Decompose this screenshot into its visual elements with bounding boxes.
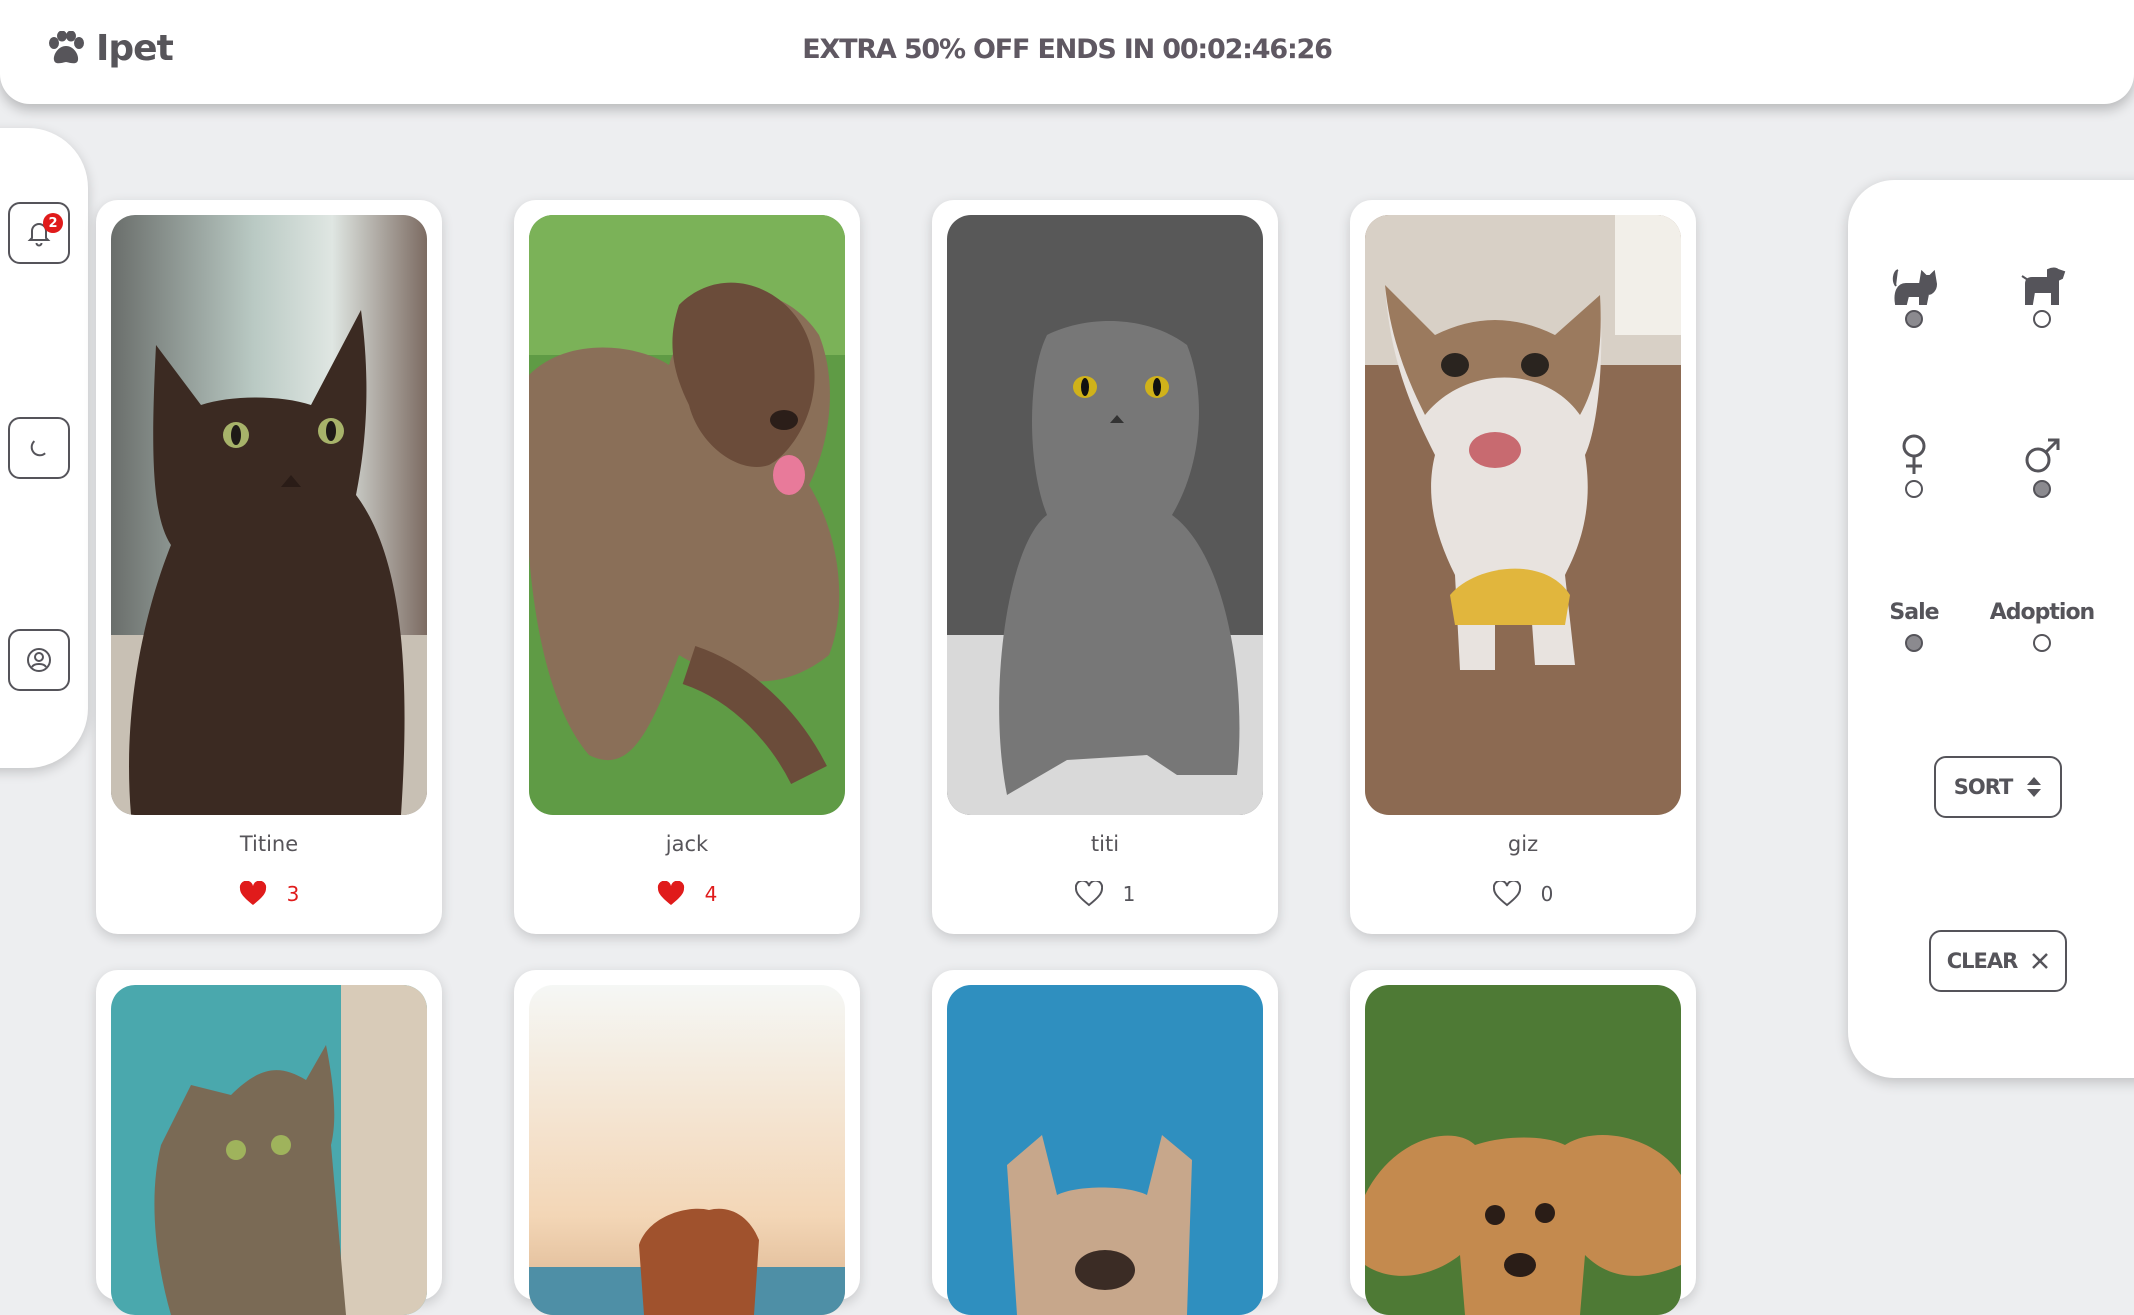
- filter-panel: Sale Adoption SORT CLEAR: [1848, 180, 2134, 1078]
- pet-card[interactable]: Titine 3: [96, 200, 442, 934]
- pet-name: giz: [1507, 832, 1539, 856]
- side-rail: 2: [0, 128, 88, 768]
- filter-female[interactable]: [1869, 432, 1959, 498]
- radio-dog[interactable]: [2033, 310, 2051, 328]
- likes: 3: [96, 881, 442, 907]
- adoption-label: Adoption: [1989, 600, 2095, 625]
- heart-outline-icon[interactable]: [1492, 881, 1521, 907]
- clear-button[interactable]: CLEAR: [1929, 930, 2067, 992]
- sort-button[interactable]: SORT: [1934, 756, 2062, 818]
- user-circle-icon: [27, 648, 51, 672]
- sale-label: Sale: [1889, 600, 1939, 625]
- pet-photo[interactable]: [111, 215, 427, 815]
- female-icon: [1902, 434, 1926, 474]
- promo-countdown: EXTRA 50% OFF ENDS IN 00:02:46:26: [802, 34, 1333, 65]
- sort-label: SORT: [1953, 775, 2014, 799]
- radio-male[interactable]: [2033, 480, 2051, 498]
- pet-photo[interactable]: [947, 215, 1263, 815]
- like-count: 0: [1540, 882, 1554, 906]
- radio-sale[interactable]: [1905, 634, 1923, 652]
- filter-dog[interactable]: [1997, 262, 2087, 328]
- radio-cat[interactable]: [1905, 310, 1923, 328]
- pet-card[interactable]: [1350, 970, 1696, 1315]
- filter-male[interactable]: [1997, 432, 2087, 498]
- pet-card[interactable]: titi 1: [932, 200, 1278, 934]
- heart-filled-icon[interactable]: [657, 881, 685, 907]
- likes: 4: [514, 881, 860, 907]
- pet-name: jack: [665, 832, 709, 856]
- male-icon: [2025, 438, 2060, 473]
- filter-cat[interactable]: [1869, 262, 1959, 328]
- radio-adoption[interactable]: [2033, 634, 2051, 652]
- likes: 0: [1350, 881, 1696, 907]
- moon-icon: [30, 440, 46, 457]
- pet-name: titi: [1090, 832, 1120, 856]
- likes: 1: [932, 881, 1278, 907]
- pet-name: Titine: [239, 832, 299, 856]
- like-count: 1: [1122, 882, 1136, 906]
- close-icon: [2032, 953, 2049, 969]
- pet-photo[interactable]: [529, 985, 845, 1315]
- pet-photo[interactable]: [529, 215, 845, 815]
- pet-card[interactable]: jack 4: [514, 200, 860, 934]
- like-count: 4: [704, 882, 718, 906]
- heart-outline-icon[interactable]: [1074, 881, 1103, 907]
- cat-icon: [1892, 269, 1938, 305]
- dog-icon: [2021, 267, 2066, 305]
- clear-label: CLEAR: [1946, 949, 2019, 973]
- pet-card[interactable]: giz 0: [1350, 200, 1696, 934]
- pet-card[interactable]: [932, 970, 1278, 1315]
- profile-button[interactable]: [8, 629, 70, 691]
- notification-badge: 2: [43, 213, 63, 233]
- radio-female[interactable]: [1905, 480, 1923, 498]
- pet-card[interactable]: [96, 970, 442, 1315]
- pet-photo[interactable]: [1365, 215, 1681, 815]
- filter-adoption[interactable]: Adoption: [1985, 600, 2099, 652]
- like-count: 3: [286, 882, 300, 906]
- pet-photo[interactable]: [111, 985, 427, 1315]
- sort-icon: [2027, 777, 2042, 797]
- pet-photo[interactable]: [1365, 985, 1681, 1315]
- pet-card[interactable]: [514, 970, 860, 1315]
- top-bar: Ipet EXTRA 50% OFF ENDS IN 00:02:46:26: [0, 0, 2134, 104]
- heart-filled-icon[interactable]: [239, 881, 267, 907]
- dark-mode-toggle[interactable]: [8, 417, 70, 479]
- pet-photo[interactable]: [947, 985, 1263, 1315]
- filter-sale[interactable]: Sale: [1869, 600, 1959, 652]
- notifications-button[interactable]: 2: [8, 202, 70, 264]
